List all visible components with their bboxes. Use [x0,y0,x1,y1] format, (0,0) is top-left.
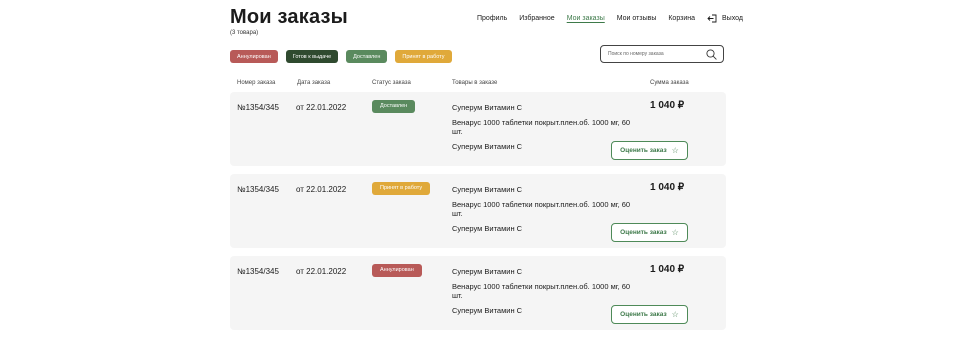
status-filters: Аннулирован Готов к выдаче Доставлен Принят… [230,50,460,63]
filter-chip[interactable]: Принят в работу [395,50,452,63]
exit-label: Выход [722,15,743,22]
col-number: Номер заказа [237,80,276,86]
rate-order-label: Оценить заказ [620,229,667,236]
order-item: Венарус 1000 таблетки покрыт.плен.об. 10… [452,117,631,137]
top-nav: Профиль Избранное Мои заказы Мои отзывы … [477,14,743,23]
status-badge: Доставлен [372,100,416,113]
rate-order-button[interactable]: Оценить заказ ☆ [611,223,688,242]
search-box[interactable] [600,45,724,63]
col-status: Статус заказа [372,80,411,86]
search-icon[interactable] [706,48,717,60]
order-item: Суперум Витамин С [452,103,523,112]
order-item: Суперум Витамин С [452,267,523,276]
order-card: №1354/345 от 22.01.2022 Аннулирован Суперум… [230,256,726,330]
order-items: Суперум Витамин С Венарус 1000 таблетки п… [452,267,637,320]
order-date: от 22.01.2022 [296,103,347,112]
nav-my-orders[interactable]: Мои заказы [567,15,605,22]
star-icon: ☆ [671,228,679,237]
order-sum: 1 040 ₽ [650,264,685,275]
items-count: (3 товара) [230,30,259,36]
order-item: Суперум Витамин С [452,305,523,315]
nav-my-reviews[interactable]: Мои отзывы [617,15,657,22]
nav-favorites[interactable]: Избранное [519,15,554,22]
nav-profile[interactable]: Профиль [477,15,507,22]
order-card: №1354/345 от 22.01.2022 Доставлен Суперум В… [230,92,726,166]
order-item: Венарус 1000 таблетки покрыт.плен.об. 10… [452,199,631,219]
star-icon: ☆ [671,310,679,319]
nav-exit[interactable]: Выход [707,14,743,23]
filter-chip[interactable]: Доставлен [346,50,388,63]
order-number: №1354/345 [237,185,279,194]
order-date: от 22.01.2022 [296,267,347,276]
order-date: от 22.01.2022 [296,185,347,194]
rate-order-button[interactable]: Оценить заказ ☆ [611,305,688,324]
order-item: Суперум Витамин С [452,223,523,233]
order-sum: 1 040 ₽ [650,182,685,193]
order-item: Венарус 1000 таблетки покрыт.плен.об. 10… [452,281,631,301]
status-badge: Принят в работу [372,182,431,195]
status-badge: Аннулирован [372,264,422,277]
order-items: Суперум Витамин С Венарус 1000 таблетки п… [452,103,637,156]
star-icon: ☆ [671,146,679,155]
filter-chip[interactable]: Аннулирован [230,50,278,63]
order-sum: 1 040 ₽ [650,100,685,111]
rate-order-label: Оценить заказ [620,311,667,318]
order-card: №1354/345 от 22.01.2022 Принят в работу Суп… [230,174,726,248]
nav-cart[interactable]: Корзина [668,15,695,22]
order-item: Суперум Витамин С [452,185,523,194]
filter-chip[interactable]: Готов к выдаче [285,50,339,63]
rate-order-label: Оценить заказ [620,147,667,154]
rate-order-button[interactable]: Оценить заказ ☆ [611,141,688,160]
order-items: Суперум Витамин С Венарус 1000 таблетки п… [452,185,637,238]
col-sum: Сумма заказа [650,80,689,86]
col-items: Товары в заказе [452,80,498,86]
col-date: Дата заказа [297,80,331,86]
order-number: №1354/345 [237,267,279,276]
page-title: Мои заказы [230,6,348,28]
exit-icon [707,14,717,23]
order-item: Суперум Витамин С [452,141,523,151]
search-input[interactable] [608,51,706,57]
order-number: №1354/345 [237,103,279,112]
